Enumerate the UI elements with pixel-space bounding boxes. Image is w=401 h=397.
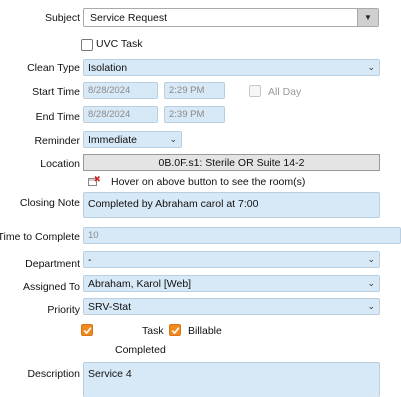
clean-type-select[interactable]: Isolation ⌄ (83, 59, 380, 76)
reminder-label: Reminder (34, 135, 80, 147)
priority-label: Priority (47, 304, 80, 316)
assigned-to-select[interactable]: Abraham, Karol [Web] ⌄ (83, 275, 380, 292)
chevron-down-icon: ⌄ (169, 134, 177, 144)
priority-select[interactable]: SRV-Stat ⌄ (83, 298, 380, 315)
clean-type-label: Clean Type (27, 62, 80, 74)
all-day-checkbox[interactable] (249, 85, 261, 97)
start-time-field[interactable]: 2:29 PM (164, 82, 225, 99)
task-completed-label-line1: Task (142, 325, 164, 337)
end-date-field[interactable]: 8/28/2024 (83, 106, 158, 123)
location-button[interactable]: 0B.0F.s1: Sterile OR Suite 14-2 (83, 154, 380, 171)
chevron-down-icon: ⌄ (367, 62, 375, 72)
checkmark-icon (83, 326, 91, 334)
all-day-label: All Day (268, 86, 302, 98)
chevron-down-icon: ⌄ (367, 301, 375, 311)
chevron-down-icon: ⌄ (367, 278, 375, 288)
priority-value: SRV-Stat (88, 300, 131, 313)
clean-type-value: Isolation (88, 61, 128, 74)
uvc-task-label: UVC Task (96, 38, 143, 50)
chevron-down-icon: ⌄ (367, 254, 375, 264)
closing-note-label: Closing Note (19, 197, 80, 209)
task-completed-label-line2: Completed (115, 344, 166, 356)
end-time-label: End Time (35, 111, 80, 123)
caret-down-icon: ▼ (364, 13, 372, 22)
subject-value: Service Request (90, 12, 168, 24)
start-date-field[interactable]: 8/28/2024 (83, 82, 158, 99)
room-delete-icon (88, 175, 101, 187)
location-value: 0B.0F.s1: Sterile OR Suite 14-2 (158, 156, 305, 169)
department-select[interactable]: - ⌄ (83, 251, 380, 268)
subject-select[interactable]: Service Request ▼ (83, 8, 379, 27)
reminder-value: Immediate (88, 133, 138, 146)
task-completed-checkbox[interactable] (81, 324, 93, 336)
closing-note-textarea[interactable]: Completed by Abraham carol at 7:00 (83, 192, 380, 218)
time-to-complete-field[interactable]: 10 (83, 227, 401, 244)
description-textarea[interactable]: Service 4 (83, 362, 380, 397)
reminder-select[interactable]: Immediate ⌄ (83, 131, 182, 148)
uvc-task-checkbox[interactable] (81, 39, 93, 51)
billable-label: Billable (188, 325, 222, 337)
department-value: - (88, 253, 92, 266)
department-label: Department (25, 258, 80, 270)
location-label: Location (40, 158, 80, 170)
assigned-to-label: Assigned To (22, 281, 80, 293)
time-to-complete-label: Time to Complete (0, 231, 80, 243)
billable-checkbox[interactable] (169, 324, 181, 336)
location-hint: Hover on above button to see the room(s) (111, 176, 306, 188)
description-label: Description (27, 368, 80, 380)
checkmark-icon (171, 326, 179, 334)
start-time-label: Start Time (32, 86, 80, 98)
subject-label: Subject (44, 12, 80, 24)
end-time-field[interactable]: 2:39 PM (164, 106, 225, 123)
subject-dropdown-button[interactable]: ▼ (357, 9, 378, 26)
assigned-to-value: Abraham, Karol [Web] (88, 277, 192, 290)
